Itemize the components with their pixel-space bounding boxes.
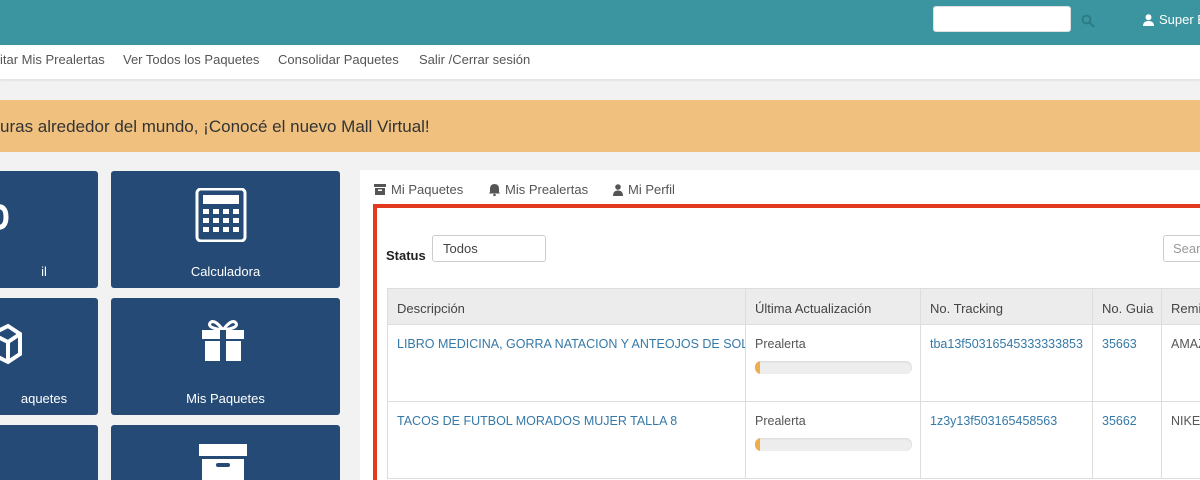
nav-item-ver-paquetes[interactable]: Ver Todos los Paquetes <box>123 52 259 67</box>
table-row-status: Prealerta <box>745 325 921 402</box>
table-row-description[interactable]: TACOS DE FUTBOL MORADOS MUJER TALLA 8 <box>387 402 746 479</box>
progress-bar <box>755 438 912 451</box>
table-row-guia[interactable]: 35663 <box>1092 325 1162 402</box>
progress-fill <box>755 361 760 374</box>
tile-mis-paquetes[interactable]: Mis Paquetes <box>111 298 340 415</box>
progress-fill <box>755 438 760 451</box>
status-text: Prealerta <box>755 337 806 351</box>
gift-icon <box>202 320 244 361</box>
user-menu[interactable]: Super E <box>1143 12 1200 27</box>
nav-bar: itar Mis Prealertas Ver Todos los Paquet… <box>0 45 1200 80</box>
tab-mi-perfil[interactable]: Mi Perfil <box>613 182 675 197</box>
table-row-status: Prealerta <box>745 402 921 479</box>
bell-icon <box>489 183 500 196</box>
tab-label: Mi Perfil <box>628 182 675 197</box>
nav-item-consolidar[interactable]: Consolidar Paquetes <box>278 52 399 67</box>
column-header-actualizacion[interactable]: Última Actualización <box>745 288 921 325</box>
top-bar: Super E <box>0 0 1200 45</box>
table-row-tracking[interactable]: 1z3y13f503165458563 <box>920 402 1093 479</box>
table-row-tracking[interactable]: tba13f50316545333333853 <box>920 325 1093 402</box>
tile-blank[interactable] <box>0 425 98 480</box>
header-search-input[interactable] <box>933 6 1071 32</box>
archive-icon <box>374 184 386 195</box>
tab-mi-paquetes[interactable]: Mi Paquetes <box>374 182 463 197</box>
banner-text: uras alrededor del mundo, ¡Conocé el nue… <box>0 117 430 136</box>
column-header-guia[interactable]: No. Guia <box>1092 288 1162 325</box>
archive-icon <box>199 444 247 480</box>
tab-mis-prealertas[interactable]: Mis Prealertas <box>489 182 588 197</box>
promo-banner[interactable]: uras alrededor del mundo, ¡Conocé el nue… <box>0 100 1200 152</box>
calculator-icon <box>195 188 247 242</box>
table-row-remitente: AMAZ <box>1161 325 1200 402</box>
table-row-description[interactable]: LIBRO MEDICINA, GORRA NATACION Y ANTEOJO… <box>387 325 746 402</box>
status-select[interactable]: Todos <box>432 235 546 262</box>
tile-profile[interactable]: il <box>0 171 98 288</box>
status-text: Prealerta <box>755 414 806 428</box>
tab-label: Mis Prealertas <box>505 182 589 197</box>
tile-label: Calculadora <box>190 264 261 279</box>
nav-item-logout[interactable]: Salir /Cerrar sesión <box>419 52 530 67</box>
table-search-input[interactable]: Search <box>1163 235 1200 262</box>
status-label: Status <box>386 248 426 263</box>
tile-archive[interactable] <box>111 425 340 480</box>
table-row-remitente: NIKE <box>1161 402 1200 479</box>
person-icon <box>0 204 9 230</box>
user-name: Super E <box>1159 12 1200 27</box>
tile-label: Mis Paquetes <box>186 391 265 406</box>
box-icon <box>0 323 22 365</box>
progress-bar <box>755 361 912 374</box>
column-header-descripcion[interactable]: Descripción <box>387 288 746 325</box>
tile-calculator[interactable]: Calculadora <box>111 171 340 288</box>
person-icon <box>613 183 623 196</box>
table-row-guia[interactable]: 35662 <box>1092 402 1162 479</box>
user-icon <box>1143 13 1154 26</box>
tile-label: il <box>41 264 47 279</box>
tile-label: aquetes <box>20 391 68 406</box>
column-header-tracking[interactable]: No. Tracking <box>920 288 1093 325</box>
nav-item-prealertas[interactable]: itar Mis Prealertas <box>0 52 105 67</box>
tile-paquetes[interactable]: aquetes <box>0 298 98 415</box>
column-header-remitente[interactable]: Remi <box>1161 288 1200 325</box>
tab-label: Mi Paquetes <box>391 182 464 197</box>
search-icon[interactable] <box>1081 14 1095 28</box>
